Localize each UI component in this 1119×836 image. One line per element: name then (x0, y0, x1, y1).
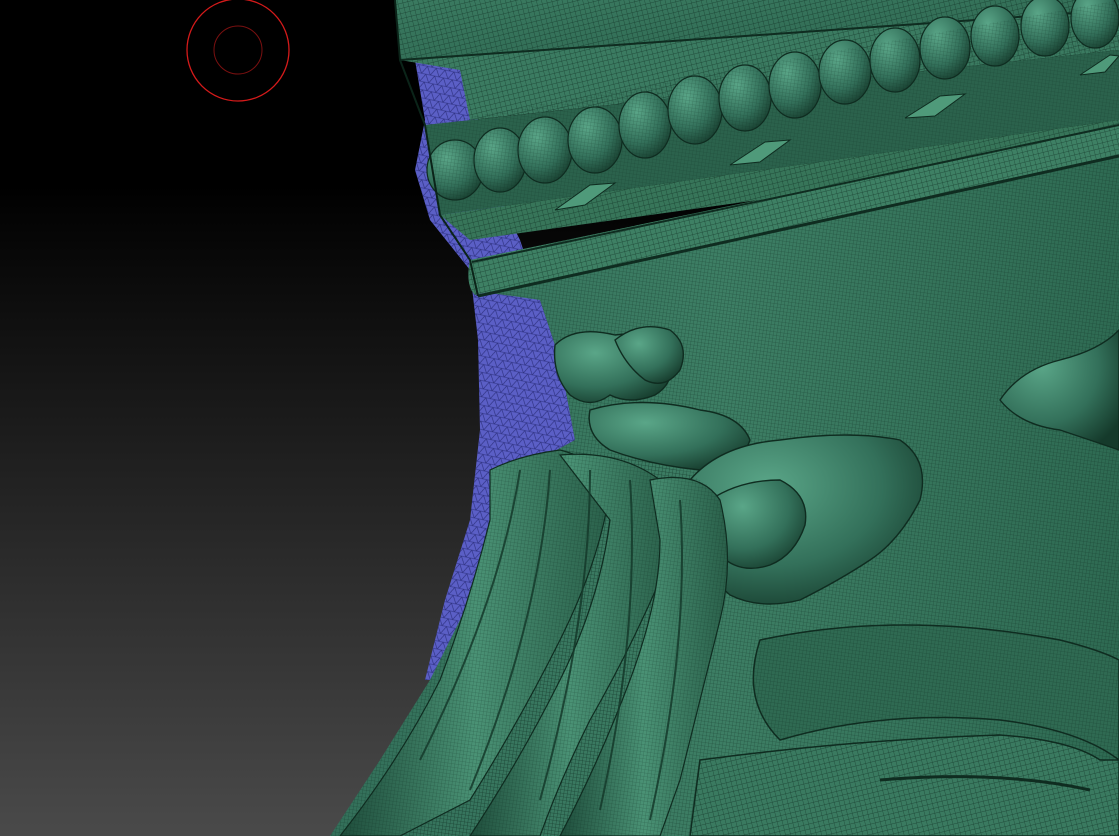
sculpt-canvas[interactable] (0, 0, 1119, 836)
3d-viewport[interactable] (0, 0, 1119, 836)
